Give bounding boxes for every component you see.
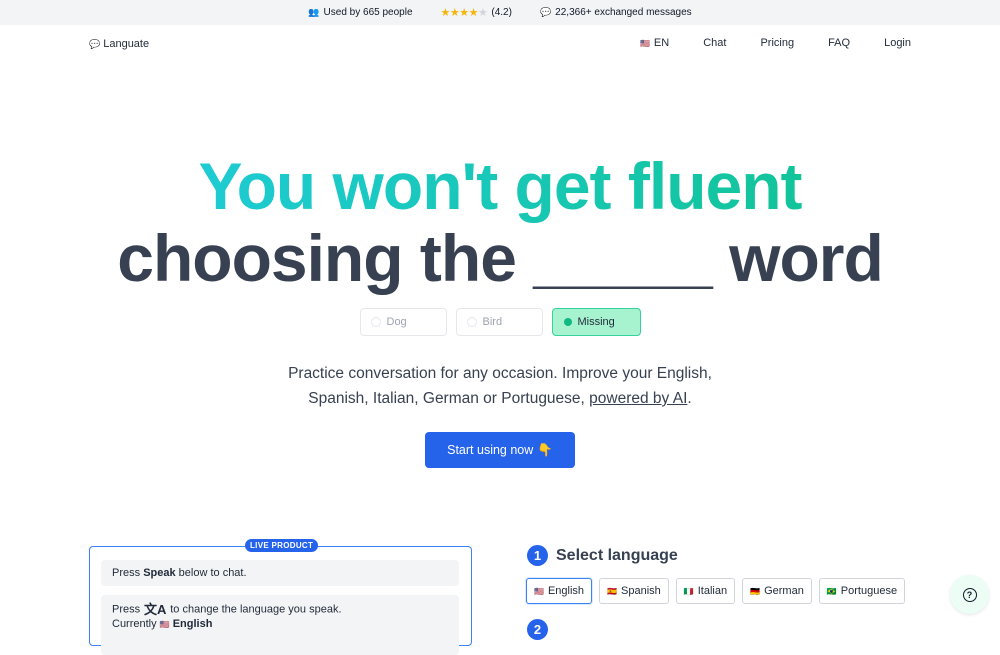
language-name: German [764,585,804,597]
spain-flag-icon: 🇪🇸 [607,586,618,596]
brazil-flag-icon: 🇧🇷 [826,586,837,596]
radio-icon [370,317,381,327]
star-icon: ★ [459,7,469,19]
option-label: Dog [386,316,407,328]
star-icon: ★ [440,7,451,19]
hero-headline-gradient-text: You won't get fluent [198,149,802,223]
language-switcher[interactable]: 🇺🇸 EN [640,37,669,49]
translate-icon: 文A [143,602,167,617]
messages-stat: 💬 22,366+ exchanged messages [540,7,692,18]
logo-text: Languate [103,38,150,50]
nav-link-pricing[interactable]: Pricing [760,37,794,49]
start-using-button[interactable]: Start using now 👇 [425,432,575,468]
rating-stat: ★★★★★ (4.2) [441,6,512,19]
word-options: Dog Bird Missing [0,308,1000,336]
radio-icon [466,317,477,327]
social-proof-bar: 👥 Used by 665 people ★★★★★ (4.2) 💬 22,36… [0,0,1000,25]
nav-link-faq[interactable]: FAQ [828,37,850,49]
powered-by-ai-link[interactable]: powered by AI [589,390,687,407]
speech-bubble-icon: 💬 [89,38,101,49]
language-german[interactable]: 🇩🇪 German [742,578,812,604]
message-text: Press [112,603,141,616]
language-options: 🇺🇸 English 🇪🇸 Spanish 🇮🇹 Italian 🇩🇪 Germ… [526,578,906,604]
description-line2: Spanish, Italian, German or Portuguese, … [0,386,1000,411]
cta-label: Start using now [447,443,534,457]
radio-selected-icon [563,318,572,326]
star-empty-icon: ★ [478,7,488,19]
speech-bubble-icon: 💬 [539,7,552,17]
us-flag-icon: 🇺🇸 [639,38,650,48]
chat-message: Press Speak below to chat. [101,560,459,586]
italy-flag-icon: 🇮🇹 [683,586,694,596]
language-english[interactable]: 🇺🇸 English [526,578,593,604]
star-rating: ★★★★★ [441,6,488,19]
messages-count-text: 22,366+ exchanged messages [555,7,692,18]
message-text: to change the language you speak. [170,603,342,616]
select-language-heading: 1 Select language [527,545,678,566]
users-stat: 👥 Used by 665 people [308,7,412,18]
message-bold-text: English [172,618,213,631]
main-nav: 💬 Languate 🇺🇸 EN Chat Pricing FAQ Login [0,25,1000,65]
option-bird[interactable]: Bird [455,308,543,336]
people-icon: 👥 [308,7,320,17]
users-count-text: Used by 665 people [323,7,413,18]
language-name: English [547,585,585,597]
language-code: EN [653,37,670,49]
germany-flag-icon: 🇩🇪 [750,586,761,596]
nav-link-chat[interactable]: Chat [703,37,726,49]
star-icon: ★ [449,7,460,19]
option-label: Bird [482,316,503,328]
step-number: 1 [527,545,548,566]
message-text: below to chat. [175,567,247,579]
hero-headline-line1: You won't get fluent [0,150,1000,222]
help-button[interactable]: ? [950,575,989,614]
step-number: 2 [527,619,548,640]
description-line1: Practice conversation for any occasion. … [288,365,712,382]
pointing-down-icon: 👇 [537,442,553,457]
nav-link-login[interactable]: Login [884,37,911,49]
language-italian[interactable]: 🇮🇹 Italian [675,578,736,604]
nav-links: 🇺🇸 EN Chat Pricing FAQ Login [606,37,911,49]
message-text: Currently [112,618,160,631]
live-product-badge: LIVE PRODUCT [245,539,319,552]
question-mark-icon: ? [962,587,977,602]
description-period: . [687,390,692,407]
option-label: Missing [577,316,615,328]
message-text: Press [112,567,144,579]
language-name: Spanish [621,585,661,597]
language-name: Italian [697,585,728,597]
language-portuguese[interactable]: 🇧🇷 Portuguese [818,578,906,604]
description-text: Spanish, Italian, German or Portuguese, [308,390,585,407]
message-bold-text: Speak [143,567,176,579]
language-spanish[interactable]: 🇪🇸 Spanish [599,578,669,604]
option-dog[interactable]: Dog [359,308,447,336]
hero-headline-line2: choosing the _____ word [117,221,884,295]
chat-message: Press 文A to change the language you spea… [101,595,459,655]
logo-link[interactable]: 💬 Languate [89,38,149,50]
language-name: Portuguese [840,585,898,597]
us-flag-icon: 🇺🇸 [534,586,544,596]
hero-description: Practice conversation for any occasion. … [0,361,1000,411]
star-icon: ★ [468,7,479,19]
section-title: Select language [556,546,678,564]
rating-text: (4.2) [491,7,512,18]
live-product-demo: LIVE PRODUCT Press Speak below to chat. … [89,539,472,655]
option-missing[interactable]: Missing [551,308,641,336]
